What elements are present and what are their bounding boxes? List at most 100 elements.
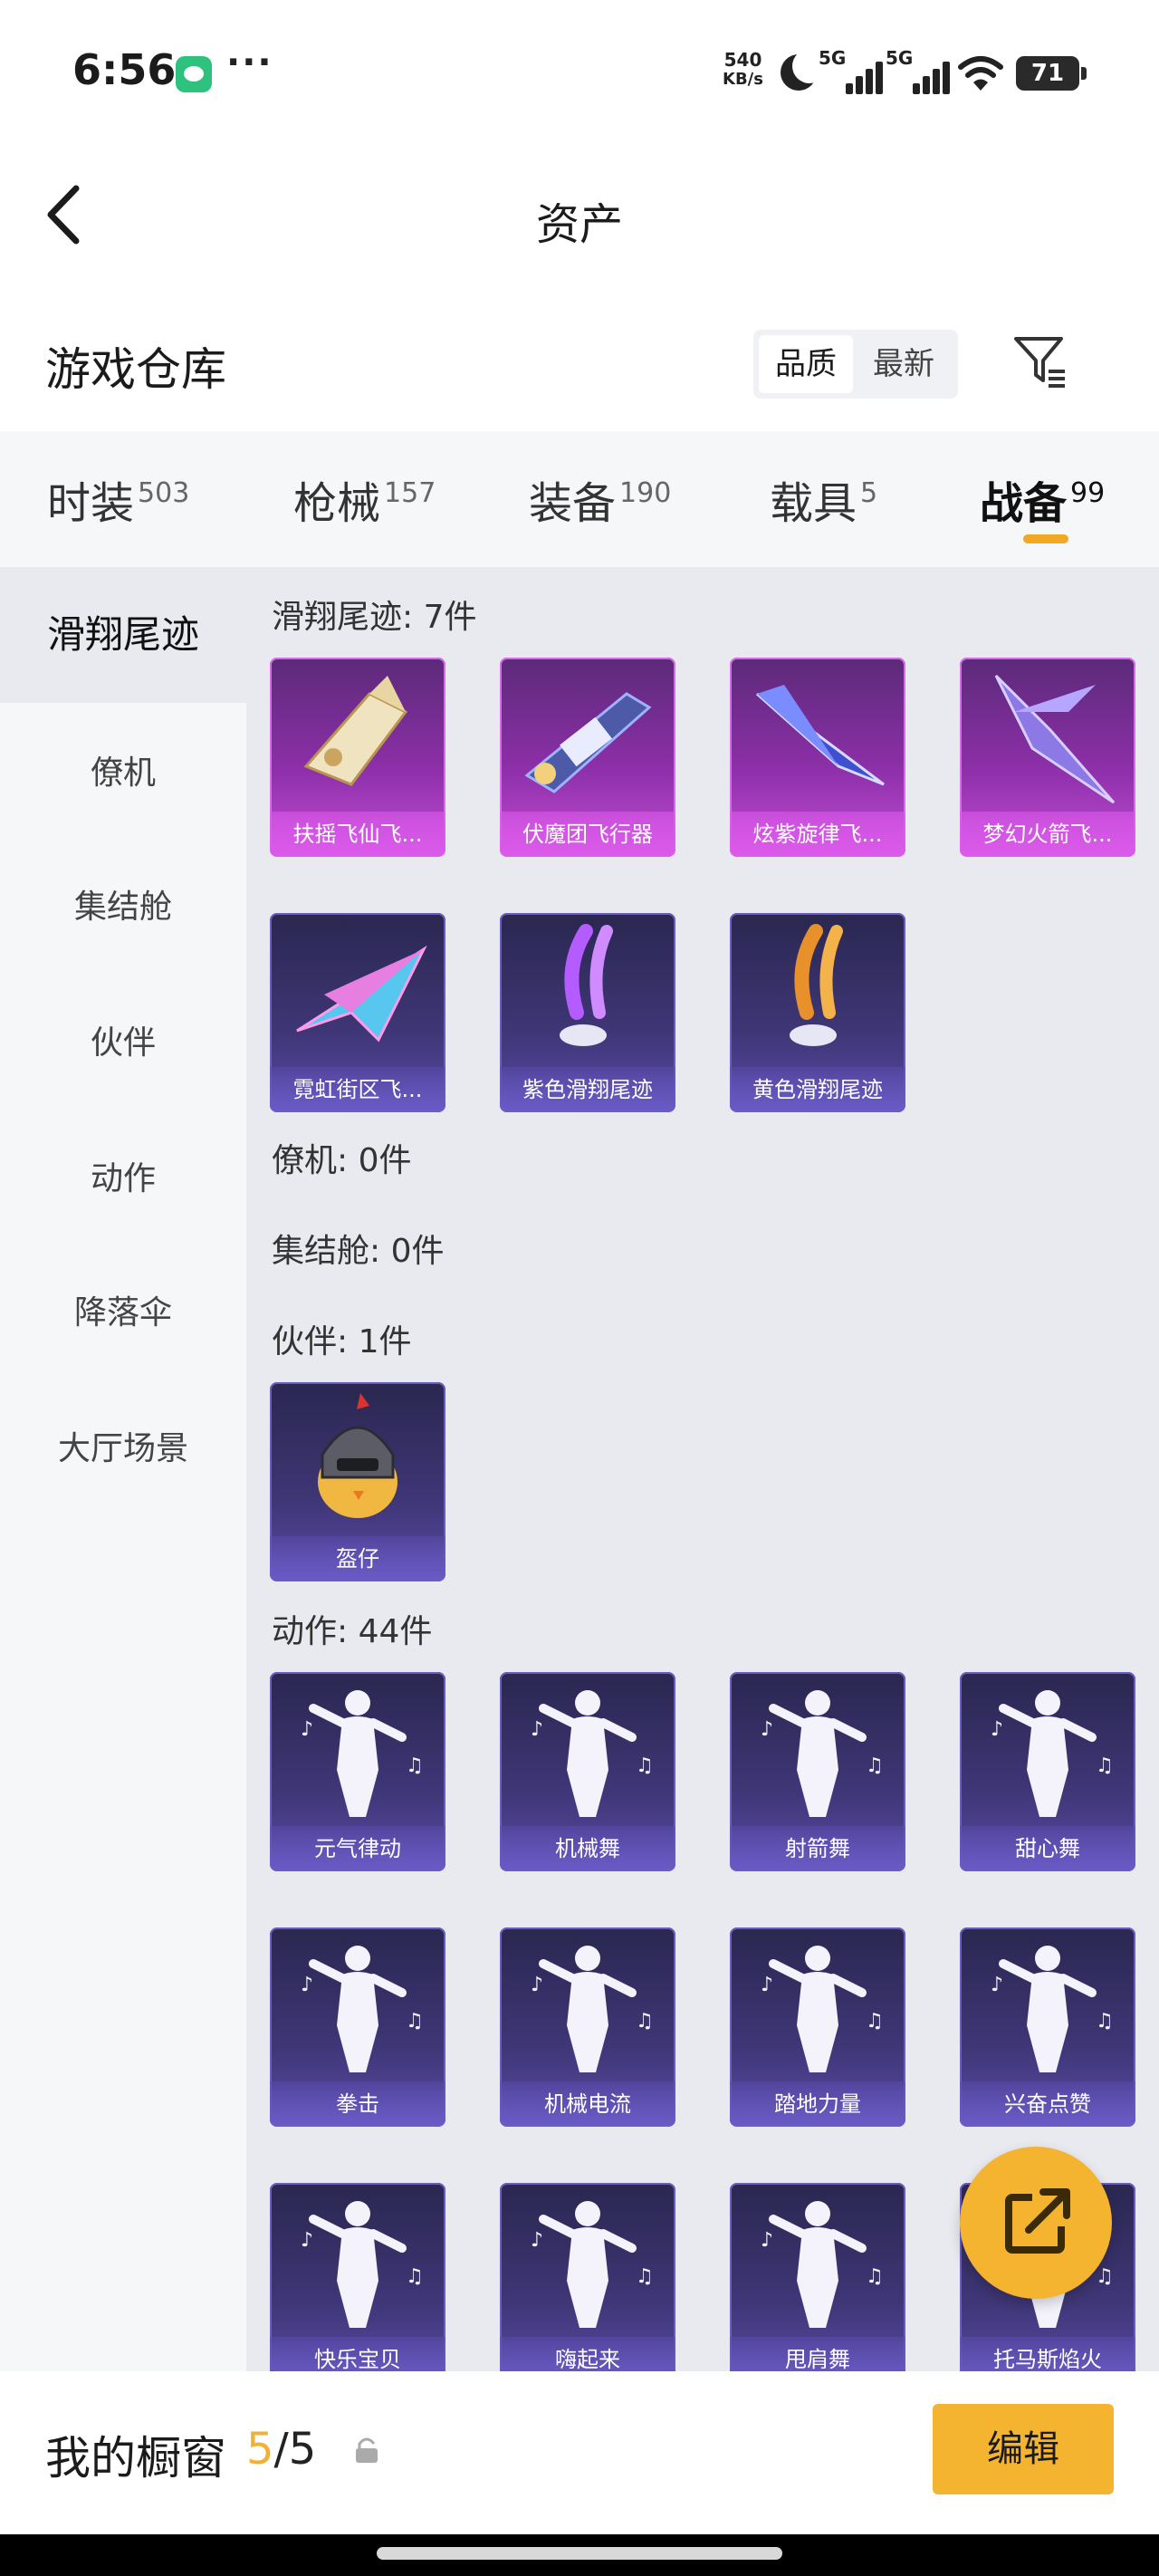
svg-text:♪: ♪ [991,1974,1003,1996]
warehouse-header: 游戏仓库 品质 最新 [0,299,1159,426]
dancer-silhouette-image: ♪♫ [301,1946,424,2072]
glider-image [524,692,652,793]
sidebar-item-capsule[interactable]: 集结舱 [0,880,246,928]
dancer-silhouette-image: ♪♫ [761,1690,884,1817]
item-card[interactable]: 黄色滑翔尾迹 [730,913,905,1112]
lock-icon [356,2437,378,2463]
item-card[interactable]: ♪ ♫ 机械舞 [500,1672,675,1871]
sidebar-item-partner[interactable]: 伙伴 [0,1016,246,1063]
more-notifications-icon: ··· [226,42,273,83]
svg-text:♫: ♫ [406,2265,424,2288]
item-card[interactable]: 炫紫旋律飞... [730,658,905,857]
svg-text:♫: ♫ [406,2010,424,2033]
item-card[interactable]: ♪ ♫ 兴奋点赞 [960,1927,1135,2127]
warehouse-title: 游戏仓库 [45,343,226,396]
filter-icon[interactable] [1012,333,1068,389]
battery-indicator: 71 [1016,56,1087,91]
item-card[interactable]: ♪ ♫ 甩肩舞 [730,2183,905,2371]
item-card[interactable]: ♪ ♫ 元气律动 [270,1672,445,1871]
dancer-silhouette-image: ♪♫ [531,1946,654,2072]
sidebar-item-parachute[interactable]: 降落伞 [0,1286,246,1333]
item-card[interactable]: ♪ ♫ 踏地力量 [730,1927,905,2127]
svg-text:♫: ♫ [1096,2010,1114,2033]
svg-text:♫: ♫ [1096,1754,1114,1777]
dancer-silhouette-image: ♪♫ [301,1690,424,1817]
wechat-icon [176,56,212,92]
svg-text:♪: ♪ [531,2229,543,2252]
share-icon [1005,2188,1070,2254]
tab-guns[interactable]: 枪械 157 [293,467,436,531]
dancer-silhouette-image: ♪♫ [991,1946,1114,2072]
item-card[interactable]: 紫色滑翔尾迹 [500,913,675,1112]
svg-text:♫: ♫ [866,2010,884,2033]
dancer-silhouette-image: ♪♫ [531,2201,654,2328]
glider-image [296,945,427,1043]
item-card[interactable]: ♪ ♫ 拳击 [270,1927,445,2127]
item-card[interactable]: ♪ ♫ 机械电流 [500,1927,675,2127]
showcase-count: 5/5 [246,2424,317,2475]
partner-image [318,1393,398,1518]
sidebar-item-glide-trail[interactable]: 滑翔尾迹 [0,567,246,703]
svg-text:♫: ♫ [636,2265,654,2288]
tab-equipment[interactable]: 装备 190 [529,467,671,531]
item-card[interactable]: 梦幻火箭飞... [960,658,1135,857]
network-speed: 540 KB/s [723,49,763,89]
tab-fashion[interactable]: 时装 503 [47,467,189,531]
signal-icon-2: 5G [886,47,950,94]
svg-text:♫: ♫ [866,1754,884,1777]
home-indicator[interactable] [377,2547,782,2560]
showcase-bar: 我的橱窗 5/5 编辑 [0,2371,1159,2534]
svg-text:♪: ♪ [301,2229,313,2252]
item-card[interactable]: 霓虹街区飞... [270,913,445,1112]
sort-newest-button[interactable]: 最新 [857,335,951,393]
dancer-silhouette-image: ♪♫ [761,1946,884,2072]
svg-text:♫: ♫ [636,1754,654,1777]
trail-image [790,924,843,1046]
tab-battle-gear[interactable]: 战备 99 [980,467,1105,531]
svg-text:♪: ♪ [761,1974,773,1996]
trail-image [560,924,613,1046]
wifi-icon [958,56,1003,91]
section-label-wingman: 僚机: 0件 [272,1142,412,1179]
signal-icon-1: 5G [819,47,883,94]
item-card[interactable]: ♪ ♫ 快乐宝贝 [270,2183,445,2371]
section-label-partner: 伙伴: 1件 [272,1323,412,1360]
active-tab-indicator [1023,534,1068,543]
status-time: 6:56 [72,45,177,94]
page-title: 资产 [535,199,623,250]
item-grid: 滑翔尾迹: 7件 扶摇飞仙飞... 伏魔团飞行器 炫紫旋律飞... 梦幻火箭飞.… [246,567,1159,2371]
share-button[interactable] [960,2147,1112,2299]
item-card[interactable]: ♪ ♫ 射箭舞 [730,1672,905,1871]
svg-text:♪: ♪ [531,1718,543,1741]
sidebar-item-wingman[interactable]: 僚机 [0,746,246,793]
svg-text:♪: ♪ [991,1718,1003,1741]
sidebar-item-lobby-scene[interactable]: 大厅场景 [0,1422,246,1469]
section-label-glide: 滑翔尾迹: 7件 [272,599,477,636]
system-nav-bar [0,2534,1159,2576]
dancer-silhouette-image: ♪♫ [531,1690,654,1817]
app-header: 资产 [0,145,1159,281]
showcase-label: 我的橱窗 [45,2432,226,2485]
dancer-silhouette-image: ♪♫ [301,2201,424,2328]
category-tabs: 时装 503 枪械 157 装备 190 载具 5 战备 99 [0,431,1159,567]
edit-button[interactable]: 编辑 [933,2404,1114,2494]
sort-quality-button[interactable]: 品质 [759,335,853,393]
item-card[interactable]: 盔仔 [270,1382,445,1581]
svg-text:♪: ♪ [531,1974,543,1996]
sidebar-item-emote[interactable]: 动作 [0,1152,246,1199]
item-card[interactable]: 伏魔团飞行器 [500,658,675,857]
tab-vehicles[interactable]: 载具 5 [770,467,877,531]
glider-image [756,685,885,786]
svg-text:♪: ♪ [301,1718,313,1741]
sort-toggle: 品质 最新 [753,330,958,399]
svg-text:♪: ♪ [301,1974,313,1996]
section-label-capsule: 集结舱: 0件 [272,1233,445,1270]
item-card[interactable]: 扶摇飞仙飞... [270,658,445,857]
do-not-disturb-icon [781,49,827,91]
sidebar: 滑翔尾迹 僚机 集结舱 伙伴 动作 降落伞 大厅场景 [0,567,246,2371]
item-card[interactable]: ♪ ♫ 嗨起来 [500,2183,675,2371]
status-bar: 6:56 ··· 540 KB/s 5G 5G 71 [0,0,1159,145]
svg-text:♫: ♫ [636,2010,654,2033]
dancer-silhouette-image: ♪♫ [761,2201,884,2328]
item-card[interactable]: ♪ ♫ 甜心舞 [960,1672,1135,1871]
